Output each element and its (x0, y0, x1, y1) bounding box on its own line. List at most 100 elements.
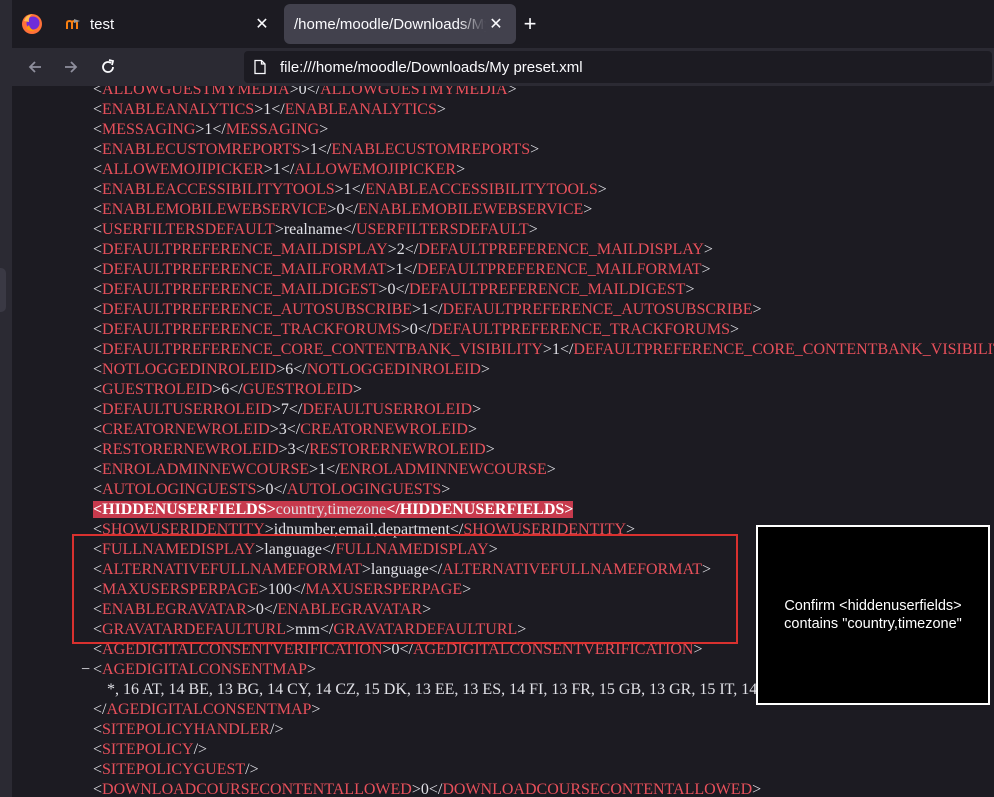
xml-bracket: > (278, 441, 288, 458)
xml-tag-name: HIDDENUSERFIELDS (102, 501, 267, 518)
xml-bracket: < (93, 461, 103, 478)
xml-bracket: > (485, 441, 495, 458)
back-button[interactable] (20, 53, 50, 81)
xml-bracket: > (597, 181, 607, 198)
xml-bracket: > (542, 341, 552, 358)
reload-button[interactable] (93, 53, 123, 81)
xml-bracket: < (93, 261, 103, 278)
xml-tag-name: AGEDIGITALCONSENTMAP (106, 701, 312, 718)
xml-tag-name: SITEPOLICYGUEST (102, 761, 246, 778)
xml-bracket: < (93, 281, 103, 298)
forward-arrow-icon (65, 61, 78, 73)
close-tab-icon[interactable]: ✕ (486, 14, 506, 34)
xml-tag-name: DEFAULTPREFERENCE_CORE_CONTENTBANK_VISIB… (102, 341, 543, 358)
xml-value: 1 (551, 341, 560, 358)
xml-tag-name: ENABLEACCESSIBILITYTOOLS (365, 181, 598, 198)
xml-value: 7 (280, 401, 289, 418)
xml-tag-name: ALLOWEMOJIPICKER (294, 161, 457, 178)
xml-tag-name: CREATORNEWROLEID (102, 421, 270, 438)
xml-tag-name: AUTOLOGINGUESTS (286, 481, 442, 498)
xml-bracket: < (93, 321, 103, 338)
collapse-toggle[interactable]: − (81, 660, 93, 680)
xml-bracket: > (311, 701, 321, 718)
file-icon (252, 59, 268, 75)
xml-bracket: < (93, 761, 103, 778)
xml-bracket: > (456, 161, 466, 178)
xml-value: 1 (343, 181, 352, 198)
xml-tag-name: DEFAULTPREFERENCE_CORE_CONTENTBANK_VISIB… (573, 341, 994, 358)
tab-test[interactable]: test ✕ (56, 4, 282, 44)
xml-line: <ENABLEANALYTICS>1</ENABLEANALYTICS> (12, 100, 994, 120)
xml-tag-name: ENROLADMINNEWCOURSE (339, 461, 547, 478)
xml-tag-name: DEFAULTPREFERENCE_MAILDIGEST (102, 281, 379, 298)
xml-value: 1 (272, 161, 281, 178)
xml-bracket: > (752, 781, 762, 797)
xml-bracket: > (271, 401, 281, 418)
xml-bracket: > (306, 661, 316, 678)
xml-bracket: < (93, 161, 103, 178)
xml-bracket: < (93, 341, 103, 358)
xml-value: 0 (298, 86, 307, 98)
xml-tag-name: DEFAULTPREFERENCE_MAILDISPLAY (418, 241, 704, 258)
close-tab-icon[interactable]: ✕ (252, 14, 272, 34)
xml-bracket: </ (351, 181, 366, 198)
xml-tag-name: DEFAULTPREFERENCE_MAILFORMAT (417, 261, 702, 278)
xml-line: <ALLOWEMOJIPICKER>1</ALLOWEMOJIPICKER> (12, 160, 994, 180)
xml-bracket: > (441, 481, 451, 498)
url-text: file:///home/moodle/Downloads/My preset.… (280, 58, 583, 76)
xml-bracket: < (93, 721, 103, 738)
xml-tag-name: NOTLOGGEDINROLEID (102, 361, 277, 378)
xml-line: <DOWNLOADCOURSECONTENTALLOWED>0</DOWNLOA… (12, 780, 994, 797)
xml-bracket: > (411, 781, 421, 797)
xml-line: <DEFAULTPREFERENCE_MAILDIGEST>0</DEFAULT… (12, 280, 994, 300)
xml-line: <ENABLECUSTOMREPORTS>1</ENABLECUSTOMREPO… (12, 140, 994, 160)
xml-bracket: </ (386, 501, 400, 518)
xml-bracket: </ (288, 401, 303, 418)
xml-bracket: > (263, 161, 273, 178)
firefox-menu-icon[interactable] (20, 12, 44, 36)
xml-line: <USERFILTERSDEFAULT>realname</USERFILTER… (12, 220, 994, 240)
xml-tag-name: HIDDENUSERFIELDS (399, 501, 565, 518)
xml-bracket: </ (273, 481, 287, 498)
xml-line: <DEFAULTPREFERENCE_MAILFORMAT>1</DEFAULT… (12, 260, 994, 280)
xml-bracket: > (528, 221, 538, 238)
desktop-dock (0, 0, 12, 797)
xml-bracket: > (701, 261, 711, 278)
back-arrow-icon (28, 61, 41, 73)
xml-tag-name: ENABLECUSTOMREPORTS (102, 141, 301, 158)
forward-button[interactable] (56, 53, 86, 81)
xml-value: 0 (387, 281, 396, 298)
xml-line: <ALLOWGUESTMYMEDIA>0</ALLOWGUESTMYMEDIA> (12, 86, 994, 100)
xml-tag-name: CREATORNEWROLEID (300, 421, 468, 438)
xml-tag-name: DEFAULTPREFERENCE_TRACKFORUMS (102, 321, 401, 338)
xml-bracket: < (93, 221, 103, 238)
xml-tag-name: SITEPOLICY (102, 741, 194, 758)
xml-bracket: < (93, 781, 103, 797)
tab-preset-xml[interactable]: /home/moodle/Downloads/My preset.xml ✕ (284, 4, 516, 44)
url-bar[interactable]: file:///home/moodle/Downloads/My preset.… (244, 51, 992, 83)
xml-tag-name: ALLOWGUESTMYMEDIA (320, 86, 508, 98)
xml-bracket: </ (212, 121, 226, 138)
xml-bracket: > (212, 381, 222, 398)
xml-value: 3 (287, 441, 296, 458)
xml-line: <HIDDENUSERFIELDS>country,timezone</HIDD… (12, 500, 994, 520)
xml-tag-name: USERFILTERSDEFAULT (102, 221, 275, 238)
xml-line: <MESSAGING>1</MESSAGING> (12, 120, 994, 140)
xml-bracket: > (300, 141, 310, 158)
xml-bracket: > (266, 501, 276, 518)
xml-bracket: /> (245, 761, 259, 778)
xml-bracket: < (93, 361, 103, 378)
xml-bracket: < (93, 101, 103, 118)
new-tab-button[interactable]: + (516, 10, 544, 38)
xml-line: <DEFAULTPREFERENCE_CORE_CONTENTBANK_VISI… (12, 340, 994, 360)
xml-tag-name: AGEDIGITALCONSENTMAP (102, 661, 307, 678)
highlight-annotation-box (72, 534, 738, 644)
xml-line: <DEFAULTUSERROLEID>7</DEFAULTUSERROLEID> (12, 400, 994, 420)
xml-bracket: < (93, 121, 103, 138)
xml-bracket: > (467, 421, 477, 438)
xml-tag-name: GUESTROLEID (242, 381, 353, 398)
xml-bracket: < (93, 481, 103, 498)
xml-bracket: > (276, 361, 286, 378)
xml-bracket: /> (270, 721, 284, 738)
xml-value: 0 (420, 781, 429, 797)
